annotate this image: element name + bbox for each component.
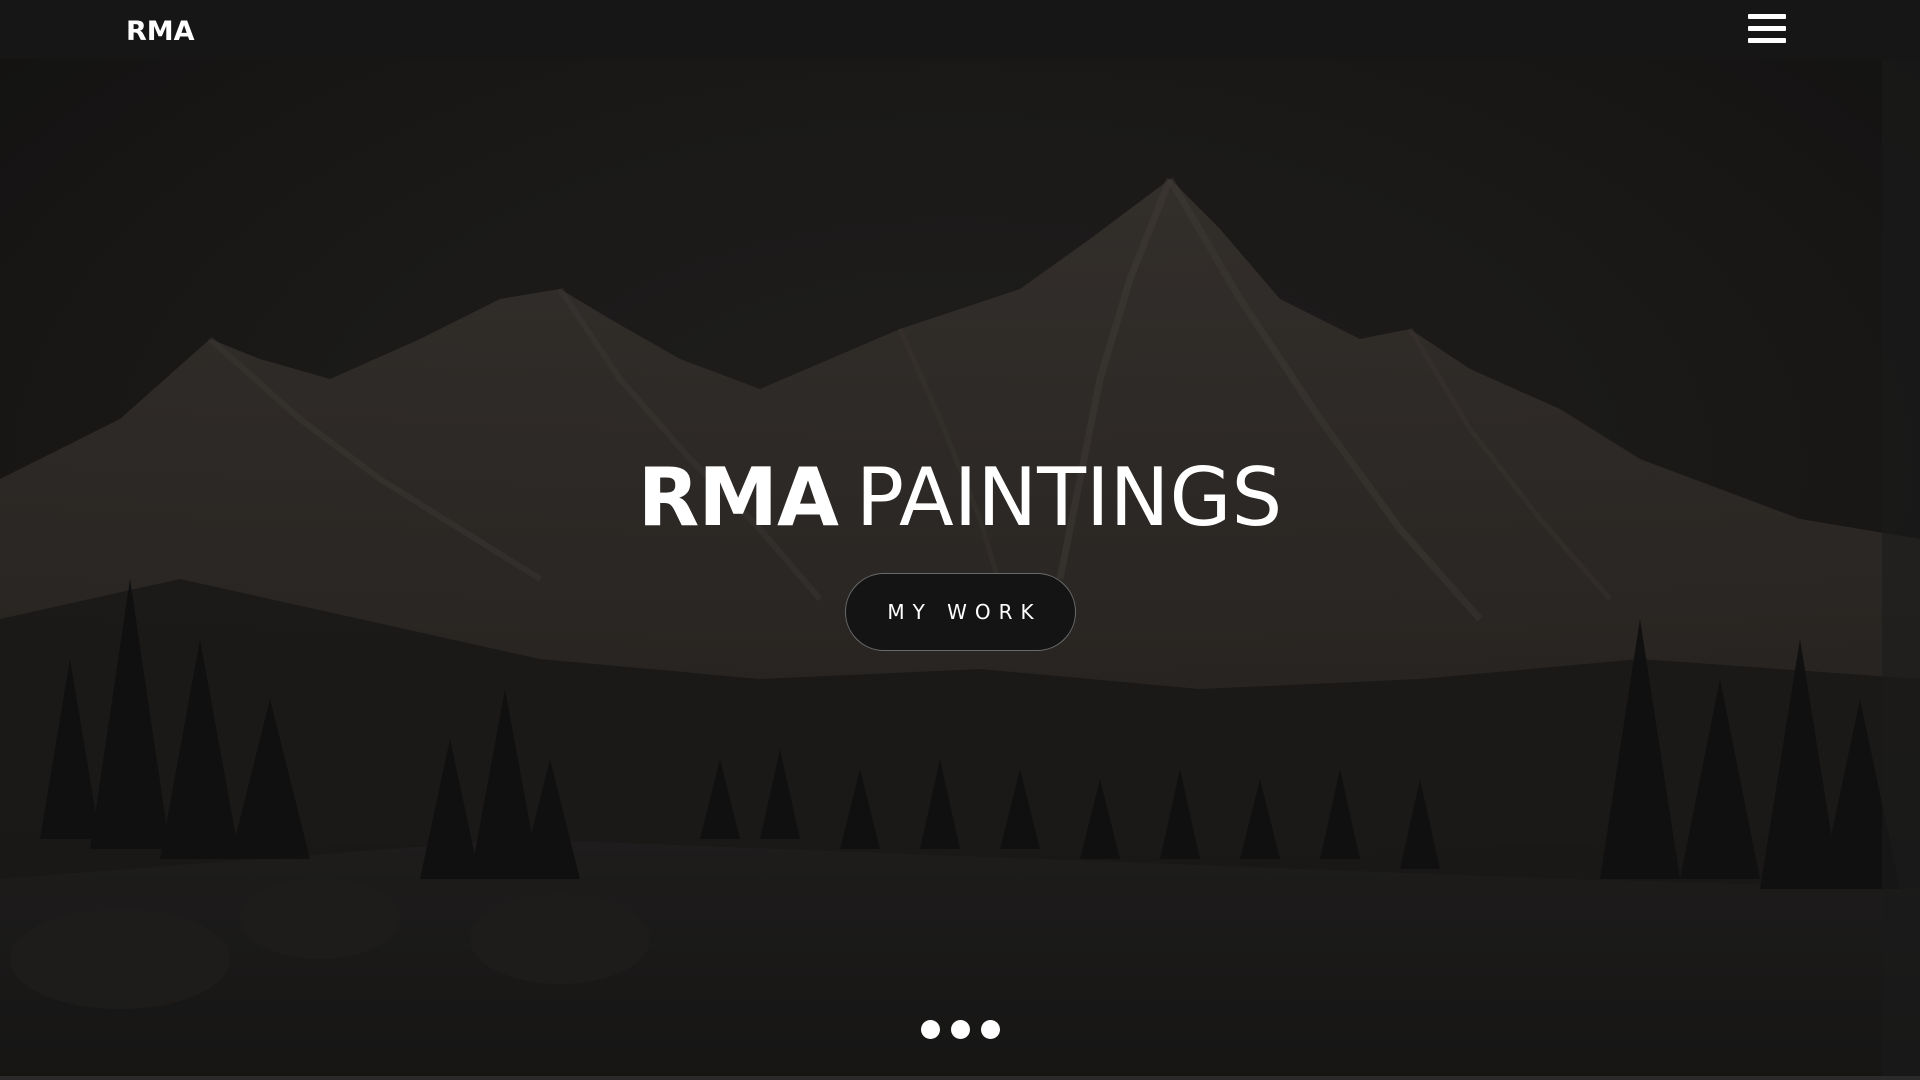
hero-section — [0, 59, 1920, 1080]
page: RMA RMA PAINTINGS MY WORK — [0, 0, 1920, 1080]
my-work-button[interactable]: MY WORK — [845, 573, 1076, 651]
menu-bar — [1748, 38, 1786, 43]
right-edge-shadow — [1882, 59, 1920, 1080]
hero-title: RMA PAINTINGS — [0, 450, 1920, 546]
hero-background-painting — [0, 59, 1920, 1080]
slider-dot-1[interactable] — [921, 1020, 940, 1039]
hero-bottom-edge — [0, 1076, 1920, 1080]
hamburger-menu-icon[interactable] — [1748, 14, 1786, 44]
navbar: RMA — [0, 0, 1920, 59]
menu-bar — [1748, 26, 1786, 31]
menu-bar — [1748, 14, 1786, 19]
slider-dot-2[interactable] — [951, 1020, 970, 1039]
hero-title-bold: RMA — [637, 451, 839, 544]
slider-dot-3[interactable] — [981, 1020, 1000, 1039]
brand-logo-link[interactable]: RMA — [126, 14, 195, 50]
hero-title-light: PAINTINGS — [855, 451, 1283, 544]
